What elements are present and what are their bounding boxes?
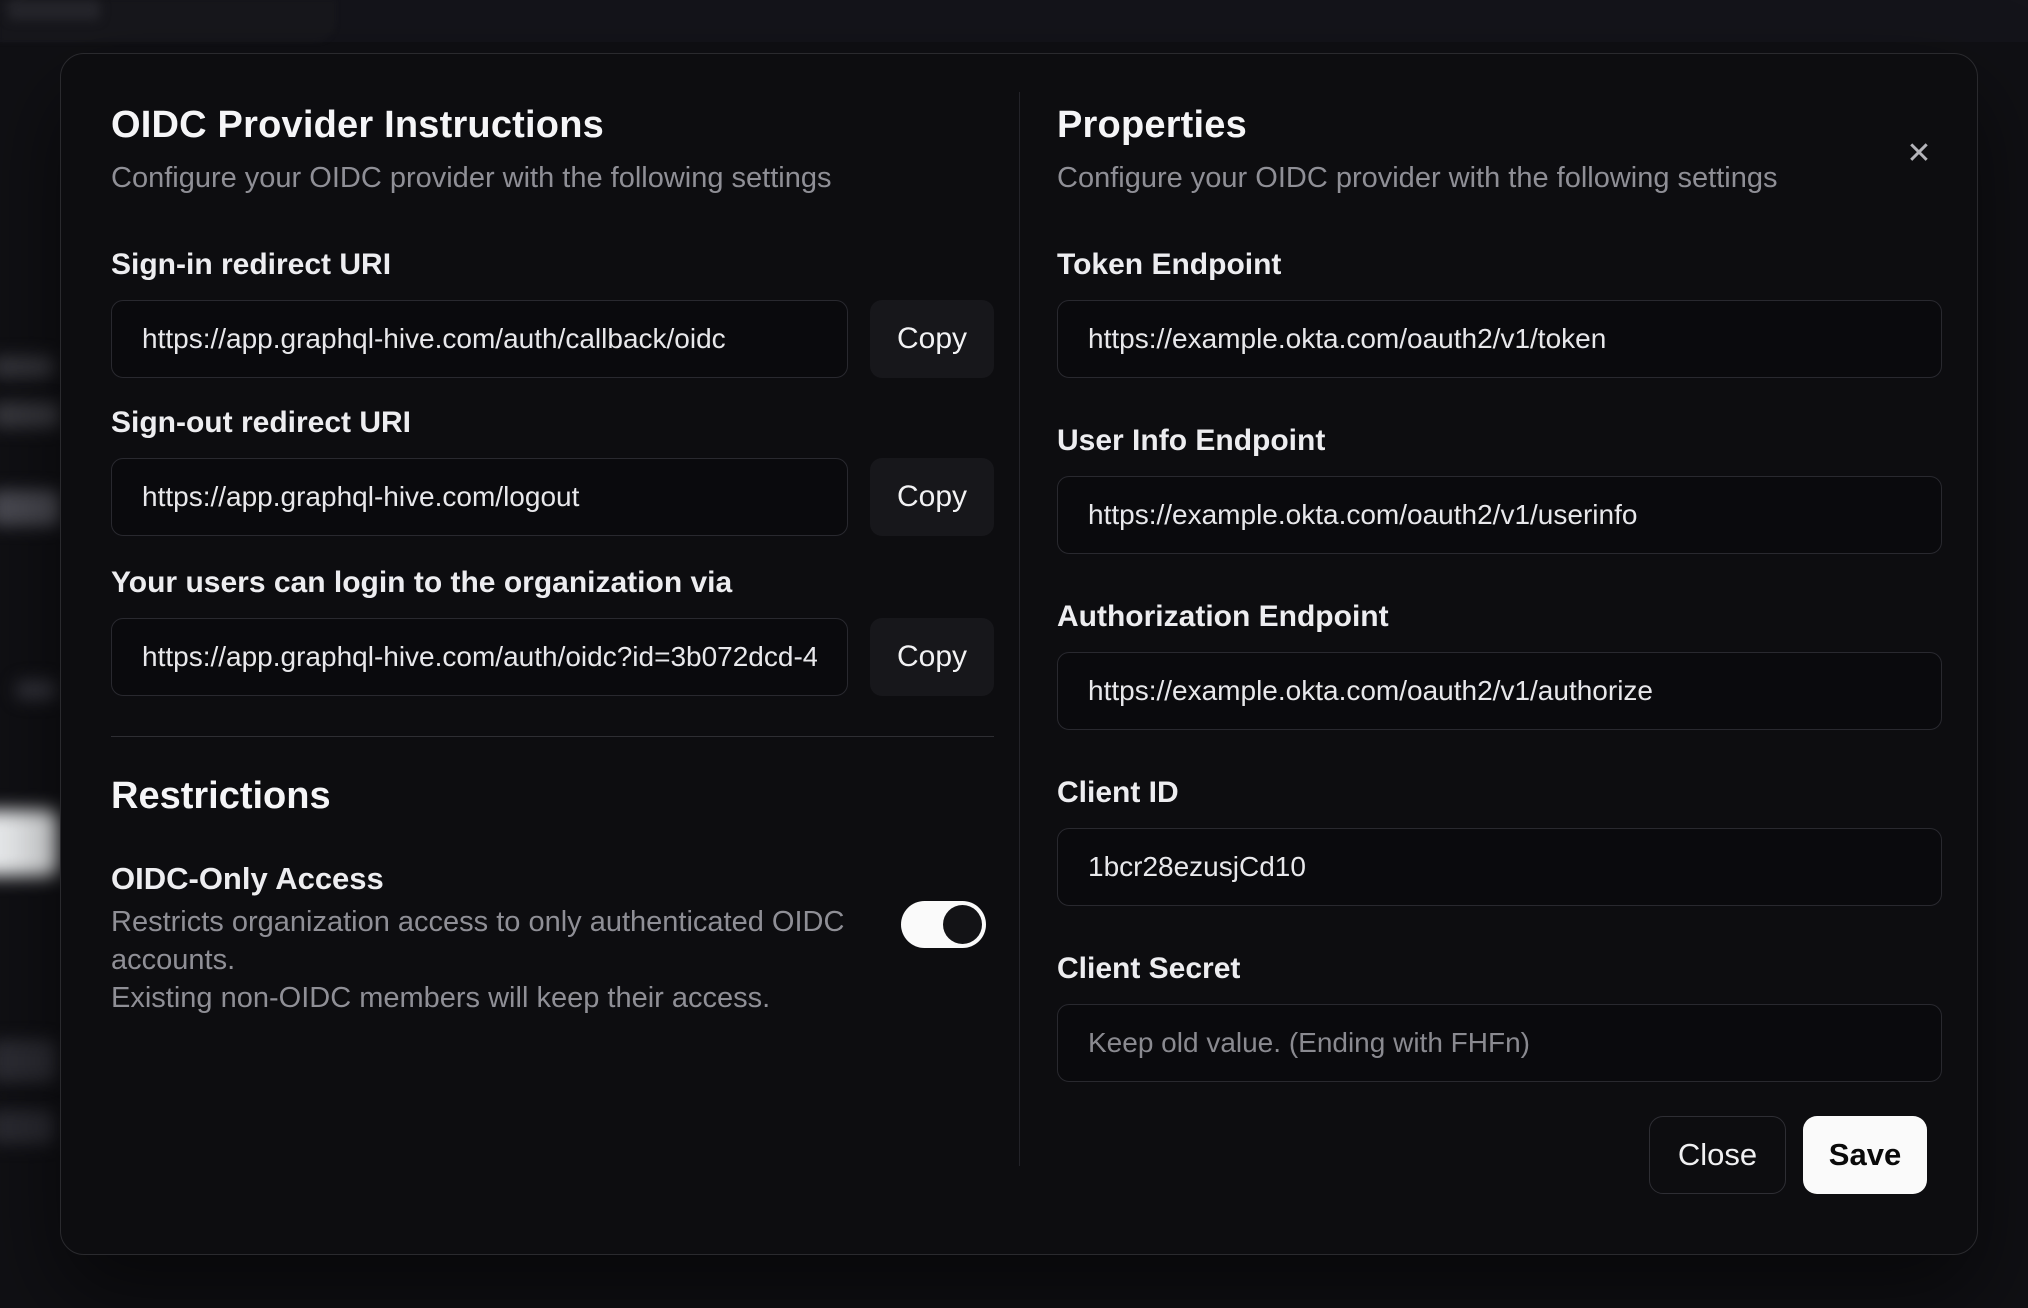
oidc-only-access-description: Restricts organization access to only au… — [111, 903, 871, 1017]
copy-sign-in-uri-button[interactable]: Copy — [870, 300, 994, 378]
background-text-fragment — [0, 1040, 56, 1082]
oidc-only-access-description-line1: Restricts organization access to only au… — [111, 906, 845, 976]
login-url-input[interactable] — [111, 618, 848, 696]
user-info-endpoint-input[interactable] — [1057, 476, 1942, 554]
token-endpoint-row — [1057, 300, 1942, 378]
background-text-fragment — [0, 402, 60, 428]
save-button[interactable]: Save — [1803, 1116, 1927, 1194]
close-icon[interactable]: ✕ — [1897, 132, 1941, 176]
modal-action-buttons: Close Save — [1057, 1116, 1927, 1194]
token-endpoint-label: Token Endpoint — [1057, 248, 1282, 281]
client-id-row — [1057, 828, 1942, 906]
user-info-endpoint-row — [1057, 476, 1942, 554]
sign-in-redirect-uri-input[interactable] — [111, 300, 848, 378]
authorization-endpoint-label: Authorization Endpoint — [1057, 600, 1389, 633]
sign-in-redirect-uri-label: Sign-in redirect URI — [111, 248, 392, 281]
instructions-subtitle: Configure your OIDC provider with the fo… — [111, 162, 832, 194]
authorization-endpoint-input[interactable] — [1057, 652, 1942, 730]
client-secret-input[interactable] — [1057, 1004, 1942, 1082]
restrictions-title: Restrictions — [111, 775, 331, 817]
copy-sign-out-uri-button[interactable]: Copy — [870, 458, 994, 536]
properties-title: Properties — [1057, 104, 1247, 146]
column-divider — [1019, 92, 1020, 1166]
client-secret-label: Client Secret — [1057, 952, 1241, 985]
properties-column: Properties Configure your OIDC provider … — [1057, 54, 1942, 1254]
background-text-fragment — [0, 1110, 54, 1144]
background-text-fragment — [0, 490, 60, 526]
close-button[interactable]: Close — [1649, 1116, 1786, 1194]
instructions-title: OIDC Provider Instructions — [111, 104, 604, 146]
authorization-endpoint-row — [1057, 652, 1942, 730]
oidc-only-access-label: OIDC-Only Access — [111, 861, 384, 896]
oidc-only-access-description-line2: Existing non-OIDC members will keep thei… — [111, 982, 771, 1014]
toggle-knob — [943, 905, 982, 944]
background-text-fragment — [16, 680, 56, 700]
background-logo-blur — [8, 0, 100, 20]
instructions-column: OIDC Provider Instructions Configure you… — [111, 54, 994, 1254]
client-id-label: Client ID — [1057, 776, 1179, 809]
background-button-fragment — [0, 810, 58, 876]
sign-out-redirect-uri-input[interactable] — [111, 458, 848, 536]
oidc-only-access-row: OIDC-Only Access Restricts organization … — [111, 859, 994, 1017]
oidc-only-access-toggle[interactable] — [901, 901, 986, 948]
login-url-row: Copy — [111, 618, 994, 696]
oidc-only-access-text: OIDC-Only Access Restricts organization … — [111, 859, 871, 1017]
section-divider — [111, 736, 994, 737]
user-info-endpoint-label: User Info Endpoint — [1057, 424, 1326, 457]
token-endpoint-input[interactable] — [1057, 300, 1942, 378]
sign-in-redirect-uri-row: Copy — [111, 300, 994, 378]
oidc-settings-modal: OIDC Provider Instructions Configure you… — [60, 53, 1978, 1255]
copy-login-url-button[interactable]: Copy — [870, 618, 994, 696]
background-text-fragment — [0, 356, 54, 378]
client-id-input[interactable] — [1057, 828, 1942, 906]
sign-out-redirect-uri-row: Copy — [111, 458, 994, 536]
sign-out-redirect-uri-label: Sign-out redirect URI — [111, 406, 412, 439]
properties-subtitle: Configure your OIDC provider with the fo… — [1057, 162, 1778, 194]
client-secret-row — [1057, 1004, 1942, 1082]
login-url-label: Your users can login to the organization… — [111, 566, 733, 599]
